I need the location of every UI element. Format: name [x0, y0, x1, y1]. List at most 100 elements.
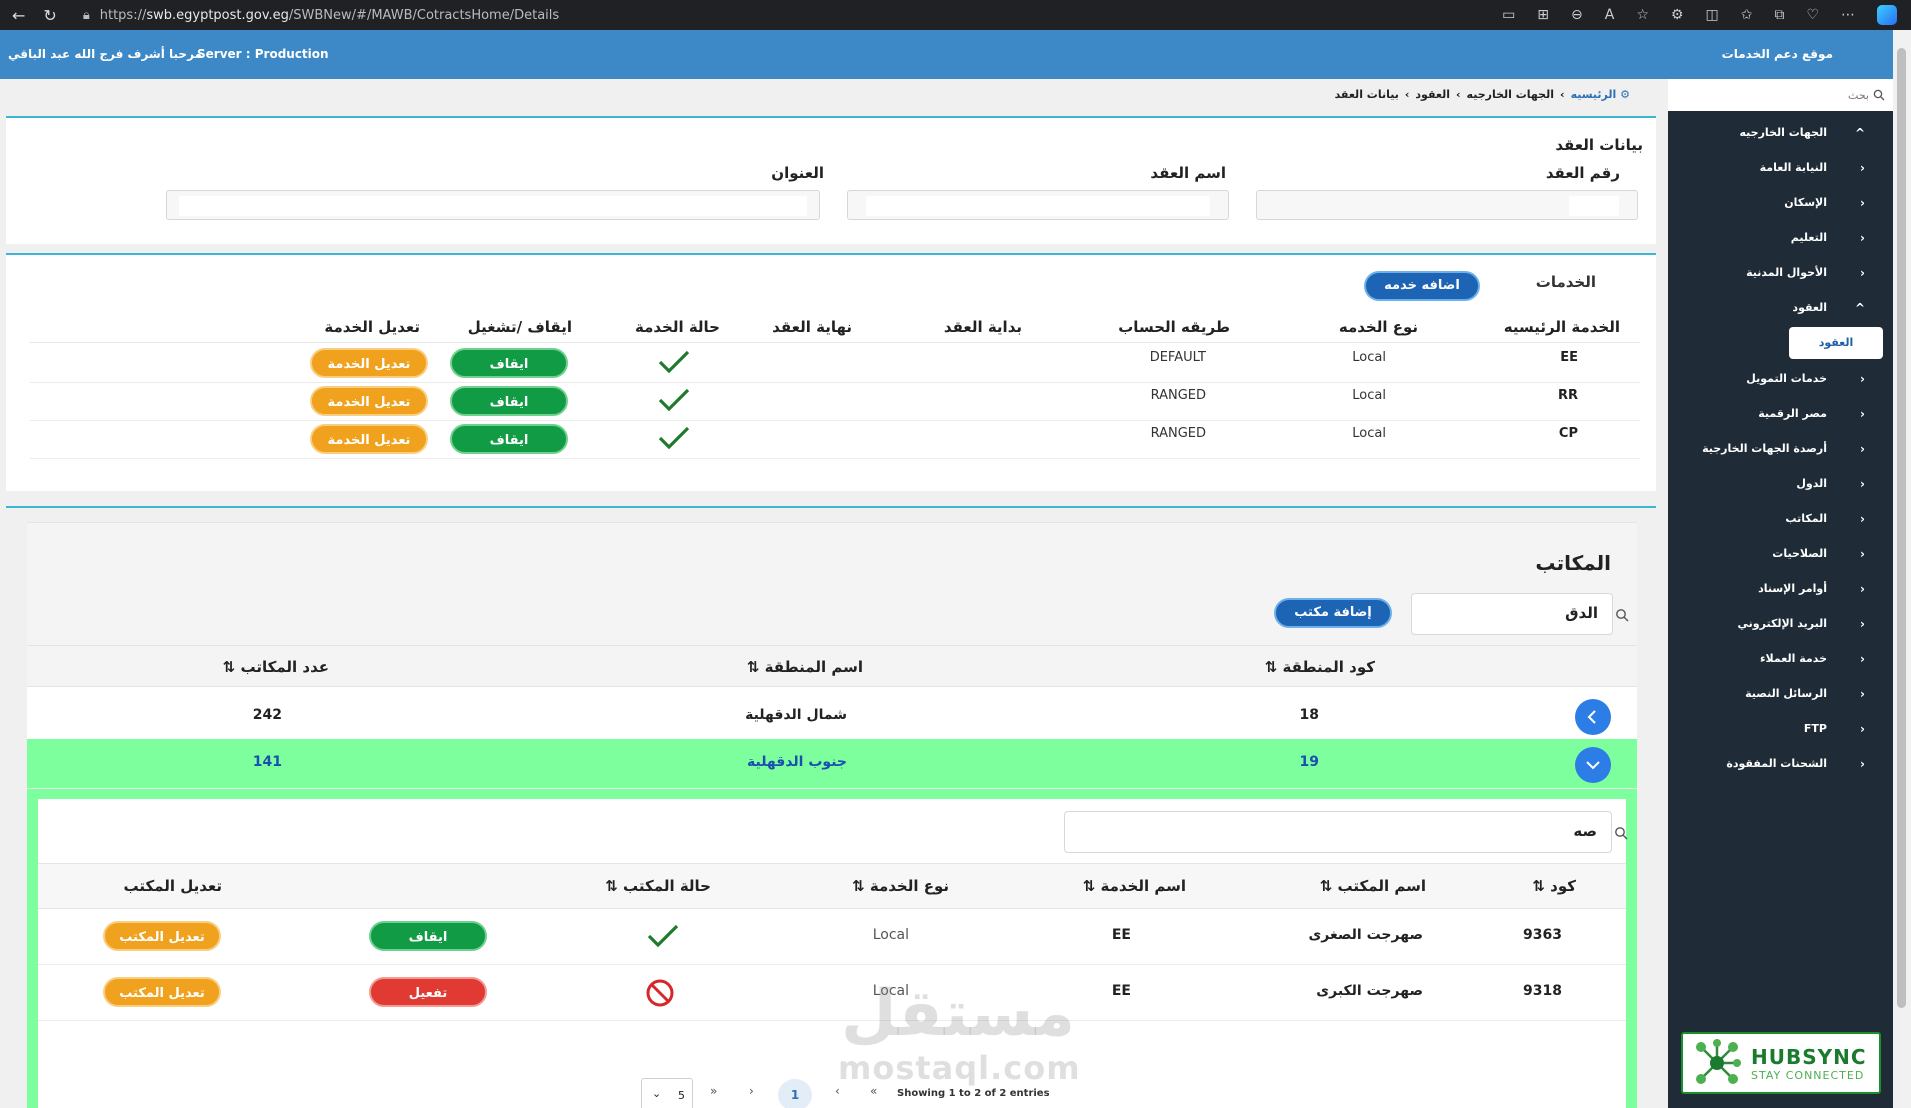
breadcrumb-separator-icon: › — [1404, 87, 1410, 101]
column-edit-office: تعديل المكتب — [123, 877, 222, 895]
sidebar-item-8[interactable]: ‹ مصر الرقمية — [1668, 396, 1893, 431]
sidebar-item-5[interactable]: ^ العقود — [1668, 290, 1893, 325]
toggle-service-button[interactable]: ايقاف — [450, 424, 568, 454]
sidebar-item-label: المكاتب — [1785, 512, 1827, 525]
apps-icon[interactable]: ⊞ — [1537, 7, 1549, 23]
sidebar-item-12[interactable]: ‹ الصلاحيات — [1668, 536, 1893, 571]
first-page-button[interactable]: « — [870, 1084, 877, 1098]
refresh-icon[interactable]: ↻ — [43, 6, 56, 25]
chevron-left-icon: ‹ — [1860, 756, 1865, 771]
contract-title: بيانات العقد — [1555, 136, 1643, 154]
sidebar-subitem-contracts[interactable]: العقود — [1668, 325, 1893, 361]
add-office-button[interactable]: إضافة مكتب — [1274, 598, 1392, 628]
sidebar-item-18[interactable]: ‹ الشحنات المفقودة — [1668, 746, 1893, 781]
contract-card: بيانات العقد رقم العقد اسم العقد العنوان — [6, 116, 1656, 244]
column-contract-start: بداية العقد — [943, 318, 1022, 336]
expand-row-button[interactable] — [1575, 699, 1611, 735]
column-region-name[interactable]: اسم المنطقة ⇅ — [747, 658, 863, 676]
edit-office-button[interactable]: تعديل المكتب — [103, 977, 221, 1007]
column-office-name[interactable]: اسم المكتب ⇅ — [1320, 877, 1426, 895]
table-row[interactable]: 18 شمال الدقهلية 242 — [27, 687, 1637, 747]
search-icon — [1616, 609, 1629, 622]
edit-office-button[interactable]: تعديل المكتب — [103, 921, 221, 951]
column-office-count[interactable]: عدد المكاتب ⇅ — [223, 658, 329, 676]
sidebar-item-15[interactable]: ‹ خدمة العملاء — [1668, 641, 1893, 676]
collapse-row-button[interactable] — [1575, 747, 1611, 783]
deactivate-office-button[interactable]: ايقاف — [369, 921, 487, 951]
sidebar-item-7[interactable]: ‹ خدمات التمويل — [1668, 361, 1893, 396]
current-page-button[interactable]: 1 — [778, 1079, 812, 1108]
back-icon[interactable]: ← — [12, 6, 25, 25]
dashboard-icon: ⚙ — [1620, 87, 1630, 101]
column-office-code[interactable]: كود ⇅ — [1532, 877, 1576, 895]
toggle-service-button[interactable]: ايقاف — [450, 386, 568, 416]
column-region-code[interactable]: كود المنطقة ⇅ — [1265, 658, 1375, 676]
offices-subsearch-input[interactable]: صه — [1064, 811, 1612, 853]
sidebar-item-16[interactable]: ‹ الرسائل النصية — [1668, 676, 1893, 711]
edit-service-button[interactable]: تعديل الخدمة — [310, 424, 428, 454]
favorites-icon[interactable]: ✩ — [1741, 7, 1753, 23]
column-service-type[interactable]: نوع الخدمة ⇅ — [852, 877, 949, 895]
check-icon — [647, 924, 679, 948]
previous-page-button[interactable]: ‹ — [835, 1084, 840, 1098]
more-icon[interactable]: ⋯ — [1841, 7, 1855, 23]
address-bar[interactable]: 🔒︎ https://swb.egyptpost.gov.eg/SWBNew/#… — [83, 8, 559, 23]
sidebar-item-17[interactable]: ‹ FTP — [1668, 711, 1893, 746]
next-page-button[interactable]: › — [749, 1084, 754, 1098]
contract-address-field[interactable] — [166, 190, 820, 220]
read-aloud-icon[interactable]: A — [1605, 7, 1615, 23]
sidebar-item-label: أرصدة الجهات الخارجية — [1702, 442, 1827, 455]
page-size-select[interactable]: ⌄ 5 — [641, 1078, 693, 1108]
activate-office-button[interactable]: تفعيل — [369, 977, 487, 1007]
toggle-service-button[interactable]: ايقاف — [450, 348, 568, 378]
office-code: 9363 — [1523, 927, 1562, 943]
sidebar-search[interactable]: بحث — [1668, 79, 1893, 111]
offices-search-input[interactable]: الدق — [1411, 593, 1613, 635]
sidebar-item-3[interactable]: ‹ التعليم — [1668, 220, 1893, 255]
services-title: الخدمات — [1535, 273, 1596, 291]
last-page-button[interactable]: » — [710, 1084, 717, 1098]
column-service-status: حالة الخدمة — [634, 318, 720, 336]
zoom-icon[interactable]: ⊖ — [1571, 7, 1583, 23]
sidebar-item-11[interactable]: ‹ المكاتب — [1668, 501, 1893, 536]
sidebar-item-label: الرسائل النصية — [1745, 687, 1827, 700]
main-content: ⚙ الرئيسيه › الجهات الخارجيه › العقود › … — [0, 79, 1668, 1108]
breadcrumb-external[interactable]: الجهات الخارجيه — [1467, 88, 1554, 101]
vertical-scrollbar[interactable] — [1893, 30, 1911, 1108]
copilot-icon[interactable] — [1877, 5, 1897, 25]
sidebar-item-13[interactable]: ‹ أوامر الإسناد — [1668, 571, 1893, 606]
breadcrumb-home[interactable]: ⚙ الرئيسيه — [1571, 88, 1630, 101]
sidebar-item-1[interactable]: ‹ النيابة العامة — [1668, 150, 1893, 185]
column-office-status[interactable]: حالة المكتب ⇅ — [605, 877, 711, 895]
edit-service-button[interactable]: تعديل الخدمة — [310, 386, 428, 416]
sidebar-item-2[interactable]: ‹ الإسكان — [1668, 185, 1893, 220]
contract-name-field[interactable] — [847, 190, 1229, 220]
check-icon — [658, 388, 690, 412]
sidebar-item-14[interactable]: ‹ البريد الإلكتروني — [1668, 606, 1893, 641]
sidebar-item-label: البريد الإلكتروني — [1737, 617, 1827, 630]
region-office-count: 242 — [252, 707, 282, 723]
table-row-selected[interactable]: 19 جنوب الدقهلية 141 — [27, 739, 1637, 789]
split-screen-icon[interactable]: ◫ — [1705, 7, 1718, 23]
health-icon[interactable]: ♡ — [1806, 7, 1819, 23]
contract-number-field[interactable] — [1256, 190, 1638, 220]
collections-icon[interactable]: ⧉ — [1774, 7, 1784, 23]
network-nodes-icon — [1696, 1039, 1741, 1084]
breadcrumb-contracts[interactable]: العقود — [1415, 88, 1450, 101]
reading-view-icon[interactable]: ▭ — [1502, 7, 1515, 23]
office-service-type: Local — [872, 927, 909, 943]
extensions-icon[interactable]: ⚙ — [1671, 7, 1684, 23]
add-service-button[interactable]: اضافه خدمه — [1364, 271, 1480, 301]
sidebar-brand: موقع دعم الخدمات — [1668, 30, 1893, 79]
contract-name-label: اسم العقد — [1150, 164, 1226, 182]
sidebar-item-4[interactable]: ‹ الأحوال المدنية — [1668, 255, 1893, 290]
column-service-name[interactable]: اسم الخدمة ⇅ — [1083, 877, 1186, 895]
check-icon — [658, 426, 690, 450]
scrollbar-thumb[interactable] — [1897, 48, 1906, 1008]
sidebar-item-9[interactable]: ‹ أرصدة الجهات الخارجية — [1668, 431, 1893, 466]
edit-service-button[interactable]: تعديل الخدمة — [310, 348, 428, 378]
sidebar-item-10[interactable]: ‹ الدول — [1668, 466, 1893, 501]
sidebar-item-label: FTP — [1803, 722, 1827, 735]
sidebar-item-0[interactable]: ^ الجهات الخارجيه — [1668, 115, 1893, 150]
favorite-star-icon[interactable]: ☆ — [1636, 7, 1649, 23]
